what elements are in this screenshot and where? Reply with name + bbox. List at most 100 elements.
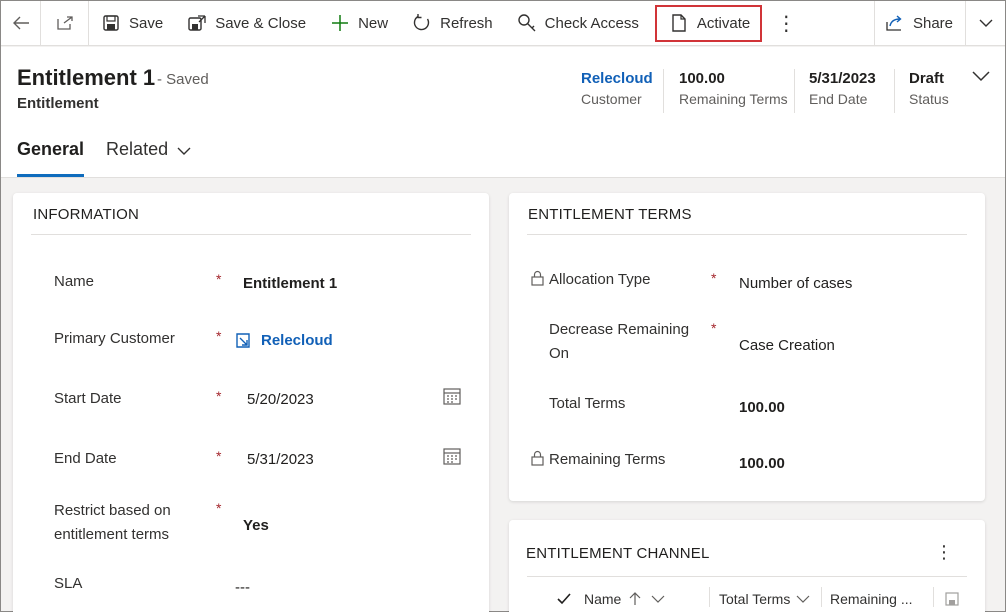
column-total-terms-label: Total Terms	[719, 591, 791, 607]
new-label: New	[358, 14, 389, 32]
decrease-on-label-line2: On	[549, 345, 570, 362]
primary-customer-link[interactable]: Relecloud	[261, 332, 333, 349]
check-access-label: Check Access	[544, 14, 639, 32]
new-button[interactable]: New	[318, 1, 400, 46]
header-field-remaining-terms: 100.00 Remaining Terms	[679, 69, 788, 113]
restrict-label-line1: Restrict based on	[54, 502, 171, 519]
check-access-button[interactable]: Check Access	[505, 1, 651, 46]
restrict-label-line2: entitlement terms	[54, 526, 170, 543]
header-remaining-terms-value: 100.00	[679, 70, 725, 87]
save-close-icon	[187, 13, 207, 33]
sla-label: SLA	[54, 575, 83, 592]
share-label: Share	[912, 14, 953, 32]
column-name-label: Name	[584, 591, 622, 607]
pop-out-icon	[56, 16, 73, 30]
key-search-icon	[517, 13, 537, 33]
more-vertical-icon[interactable]: ⋮	[935, 542, 953, 563]
account-entity-icon	[236, 333, 250, 348]
share-button[interactable]: Share	[873, 0, 965, 46]
record-header: Entitlement 1 - Saved Entitlement Relecl…	[1, 47, 1005, 178]
information-section-title: INFORMATION	[33, 206, 140, 223]
remaining-terms-field: 100.00	[739, 455, 785, 472]
save-status: - Saved	[157, 71, 209, 88]
allocation-type-field[interactable]: Number of cases	[739, 275, 852, 292]
chevron-down-icon	[177, 147, 191, 155]
entitlement-terms-section: ENTITLEMENT TERMS Allocation Type * Numb…	[509, 193, 985, 501]
share-icon	[885, 13, 905, 33]
decrease-on-label-line1: Decrease Remaining	[549, 321, 690, 338]
required-indicator: *	[216, 500, 222, 516]
primary-customer-label: Primary Customer	[54, 330, 175, 347]
refresh-icon	[412, 13, 432, 33]
entitlement-channel-title: ENTITLEMENT CHANNEL	[526, 545, 710, 562]
tab-related[interactable]: Related	[106, 139, 192, 177]
header-status-value: Draft	[909, 70, 945, 87]
header-end-date-label: End Date	[809, 91, 868, 107]
decrease-on-field[interactable]: Case Creation	[739, 337, 835, 354]
allocation-type-label: Allocation Type	[549, 271, 651, 288]
sla-field[interactable]: ---	[235, 579, 250, 596]
refresh-button[interactable]: Refresh	[400, 1, 505, 46]
save-button[interactable]: Save	[89, 1, 175, 46]
required-indicator: *	[216, 448, 222, 464]
column-header-remaining[interactable]: Remaining ...	[830, 577, 912, 612]
header-customer-label: Customer	[581, 91, 642, 107]
plus-icon	[330, 13, 350, 33]
channel-grid-header: Name Total Terms Remaining ...	[527, 576, 967, 612]
column-header-total-terms[interactable]: Total Terms	[719, 577, 810, 612]
header-end-date-value: 5/31/2023	[809, 70, 876, 87]
name-field[interactable]: Entitlement 1	[243, 275, 337, 292]
start-date-label: Start Date	[54, 390, 122, 407]
activate-button[interactable]: Activate	[651, 1, 766, 46]
calendar-icon[interactable]	[443, 447, 461, 465]
required-indicator: *	[711, 270, 717, 286]
column-header-name[interactable]: Name	[584, 577, 665, 612]
select-all-checkbox[interactable]	[557, 577, 573, 612]
save-and-close-button[interactable]: Save & Close	[175, 1, 318, 46]
tab-general-label: General	[17, 139, 85, 159]
arrow-left-icon	[12, 16, 29, 30]
back-button[interactable]	[1, 0, 41, 46]
command-bar: Save Save & Close New Refresh Check Acce…	[1, 0, 1005, 46]
chevron-down-icon	[979, 19, 992, 27]
open-in-new-window-button[interactable]	[41, 0, 89, 46]
record-title: Entitlement 1	[17, 65, 156, 90]
tab-general[interactable]: General	[17, 139, 85, 177]
share-dropdown-button[interactable]	[965, 0, 1005, 46]
save-close-label: Save & Close	[215, 14, 307, 32]
total-terms-field[interactable]: 100.00	[739, 399, 785, 416]
end-date-label: End Date	[54, 450, 117, 467]
section-divider	[527, 234, 967, 235]
entity-name: Entitlement	[17, 95, 99, 112]
header-field-end-date: 5/31/2023 End Date	[809, 69, 876, 113]
calendar-icon[interactable]	[443, 387, 461, 405]
required-indicator: *	[711, 320, 717, 336]
required-indicator: *	[216, 271, 222, 287]
activate-label: Activate	[696, 14, 751, 32]
refresh-label: Refresh	[440, 14, 493, 32]
header-field-customer[interactable]: Relecloud Customer	[581, 69, 653, 113]
header-remaining-terms-label: Remaining Terms	[679, 91, 788, 107]
remaining-terms-label: Remaining Terms	[549, 451, 666, 468]
checkmark-icon	[557, 593, 571, 605]
header-expand-button[interactable]	[971, 69, 991, 88]
end-date-field[interactable]: 5/31/2023	[247, 451, 314, 468]
lock-icon	[531, 270, 544, 286]
total-terms-label: Total Terms	[549, 395, 626, 412]
section-divider	[31, 234, 471, 235]
restrict-field[interactable]: Yes	[243, 517, 269, 534]
save-grid-button[interactable]	[945, 577, 959, 612]
column-divider	[821, 587, 822, 607]
header-customer-value[interactable]: Relecloud	[581, 69, 653, 89]
chevron-down-icon	[796, 595, 810, 603]
information-section: INFORMATION Name * Entitlement 1 Primary…	[13, 193, 489, 612]
arrow-up-icon	[629, 592, 641, 605]
save-label: Save	[129, 14, 164, 32]
header-divider	[663, 69, 664, 113]
entitlement-channel-section: ENTITLEMENT CHANNEL ⋮ Name Total Terms R…	[509, 520, 985, 612]
more-commands-button[interactable]: ⋮	[766, 1, 806, 46]
more-vertical-icon: ⋮	[776, 12, 797, 35]
start-date-field[interactable]: 5/20/2023	[247, 391, 314, 408]
tab-related-label: Related	[106, 139, 169, 159]
column-divider	[933, 587, 934, 607]
